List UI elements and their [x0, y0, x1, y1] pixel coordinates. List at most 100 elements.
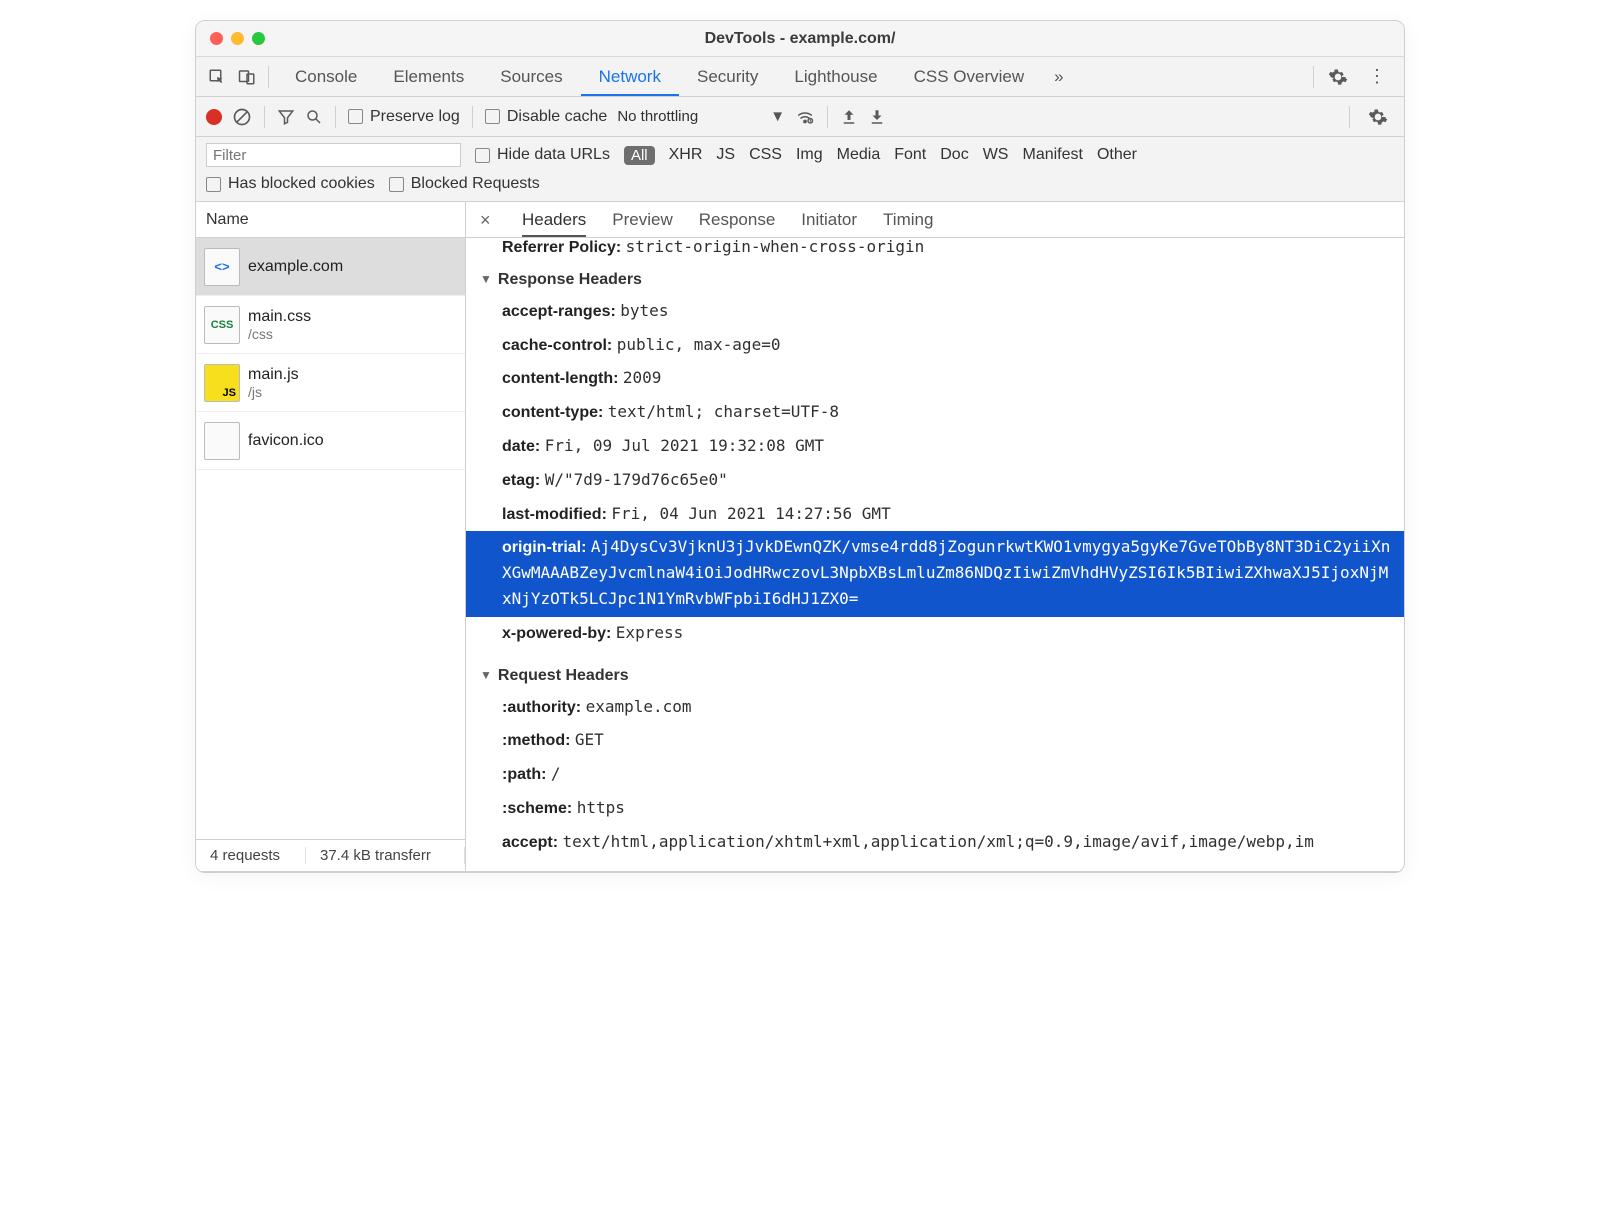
more-icon[interactable]: ⋮ [1358, 64, 1396, 89]
device-toggle-icon[interactable] [234, 68, 260, 86]
tab-lighthouse[interactable]: Lighthouse [776, 57, 895, 96]
network-conditions-icon[interactable] [795, 108, 815, 126]
header-row: accept: text/html,application/xhtml+xml,… [466, 826, 1404, 860]
divider [1313, 66, 1314, 88]
tab-sources[interactable]: Sources [482, 57, 580, 96]
header-row: :authority: example.com [466, 691, 1404, 725]
request-row[interactable]: favicon.ico [196, 412, 465, 470]
header-key: Referrer Policy: [502, 239, 621, 256]
search-icon[interactable] [305, 108, 323, 126]
header-row: etag: W/"7d9-179d76c65e0" [466, 464, 1404, 498]
request-name: example.com [248, 258, 343, 276]
request-row[interactable]: CSS main.css /css [196, 296, 465, 354]
filter-type-manifest[interactable]: Manifest [1022, 146, 1082, 164]
header-row: date: Fri, 09 Jul 2021 19:32:08 GMT [466, 430, 1404, 464]
blocked-requests-input[interactable] [389, 177, 404, 192]
window-title: DevTools - example.com/ [196, 30, 1404, 48]
divider [472, 106, 473, 128]
header-row: :path: / [466, 758, 1404, 792]
download-har-icon[interactable] [868, 108, 886, 126]
disable-cache-input[interactable] [485, 109, 500, 124]
tab-network[interactable]: Network [581, 57, 679, 96]
filter-type-all[interactable]: All [624, 146, 655, 165]
header-row: cache-control: public, max-age=0 [466, 329, 1404, 363]
record-icon[interactable] [206, 109, 222, 125]
detail-tabs: × Headers Preview Response Initiator Tim… [466, 202, 1404, 238]
section-title: Request Headers [498, 667, 629, 685]
hide-data-urls-label: Hide data URLs [497, 146, 610, 164]
filter-type-js[interactable]: JS [716, 146, 735, 164]
response-headers-section[interactable]: ▼ Response Headers [466, 265, 1404, 295]
tab-css-overview[interactable]: CSS Overview [896, 57, 1043, 96]
filter-type-img[interactable]: Img [796, 146, 823, 164]
hide-data-urls-input[interactable] [475, 148, 490, 163]
network-settings-icon[interactable] [1362, 103, 1394, 131]
disclosure-triangle-icon: ▼ [480, 272, 492, 286]
request-path: /js [248, 384, 299, 400]
blocked-requests-checkbox[interactable]: Blocked Requests [389, 175, 540, 193]
has-blocked-cookies-input[interactable] [206, 177, 221, 192]
header-row: :method: GET [466, 724, 1404, 758]
tab-console[interactable]: Console [277, 57, 375, 96]
request-path: /css [248, 326, 311, 342]
hide-data-urls-checkbox[interactable]: Hide data URLs [475, 146, 610, 164]
filter-type-xhr[interactable]: XHR [669, 146, 703, 164]
clear-icon[interactable] [232, 107, 252, 127]
chevron-down-icon: ▼ [770, 108, 785, 125]
tabs-overflow-icon[interactable]: » [1046, 57, 1071, 96]
filter-type-doc[interactable]: Doc [940, 146, 968, 164]
disable-cache-label: Disable cache [507, 108, 608, 126]
minimize-window-icon[interactable] [231, 32, 244, 45]
detail-tab-headers[interactable]: Headers [522, 202, 586, 237]
name-column-header[interactable]: Name [196, 202, 465, 238]
filter-type-media[interactable]: Media [837, 146, 881, 164]
request-name: favicon.ico [248, 432, 324, 450]
header-row: x-powered-by: Express [466, 617, 1404, 651]
request-headers-section[interactable]: ▼ Request Headers [466, 661, 1404, 691]
filter-bar: Hide data URLs All XHR JS CSS Img Media … [196, 137, 1404, 202]
close-window-icon[interactable] [210, 32, 223, 45]
filter-type-ws[interactable]: WS [983, 146, 1009, 164]
detail-tab-timing[interactable]: Timing [883, 202, 933, 237]
status-requests: 4 requests [196, 847, 306, 864]
preserve-log-checkbox[interactable]: Preserve log [348, 108, 460, 126]
headers-pane[interactable]: Referrer Policy: strict-origin-when-cros… [466, 238, 1404, 871]
detail-tab-initiator[interactable]: Initiator [801, 202, 857, 237]
detail-tab-response[interactable]: Response [699, 202, 776, 237]
network-toolbar: Preserve log Disable cache No throttling… [196, 97, 1404, 137]
disclosure-triangle-icon: ▼ [480, 668, 492, 682]
divider [264, 106, 265, 128]
inspect-icon[interactable] [204, 68, 230, 86]
has-blocked-cookies-checkbox[interactable]: Has blocked cookies [206, 175, 375, 193]
request-row[interactable]: JS main.js /js [196, 354, 465, 412]
has-blocked-cookies-label: Has blocked cookies [228, 175, 375, 193]
header-row: :scheme: https [466, 792, 1404, 826]
filter-input[interactable] [206, 143, 461, 167]
request-detail-panel: × Headers Preview Response Initiator Tim… [466, 202, 1404, 871]
filter-icon[interactable] [277, 108, 295, 126]
request-name: main.css [248, 308, 311, 326]
request-row[interactable]: <> example.com [196, 238, 465, 296]
settings-icon[interactable] [1322, 63, 1354, 91]
filter-type-other[interactable]: Other [1097, 146, 1137, 164]
detail-tab-preview[interactable]: Preview [612, 202, 672, 237]
tab-elements[interactable]: Elements [375, 57, 482, 96]
filter-type-font[interactable]: Font [894, 146, 926, 164]
filter-type-css[interactable]: CSS [749, 146, 782, 164]
close-icon[interactable]: × [480, 211, 496, 229]
header-row-highlighted[interactable]: origin-trial: Aj4DysCv3VjknU3jJvkDEwnQZK… [466, 531, 1404, 616]
devtools-window: DevTools - example.com/ Console Elements… [195, 20, 1405, 873]
titlebar: DevTools - example.com/ [196, 21, 1404, 57]
header-row: accept-ranges: bytes [466, 295, 1404, 329]
section-title: Response Headers [498, 271, 642, 289]
disable-cache-checkbox[interactable]: Disable cache [485, 108, 608, 126]
network-split: Name <> example.com CSS main.css /css [196, 202, 1404, 872]
tab-security[interactable]: Security [679, 57, 776, 96]
throttling-select[interactable]: No throttling ▼ [617, 108, 785, 125]
upload-har-icon[interactable] [840, 108, 858, 126]
zoom-window-icon[interactable] [252, 32, 265, 45]
divider [827, 106, 828, 128]
file-icon-css: CSS [204, 306, 240, 344]
preserve-log-input[interactable] [348, 109, 363, 124]
header-row: content-length: 2009 [466, 362, 1404, 396]
